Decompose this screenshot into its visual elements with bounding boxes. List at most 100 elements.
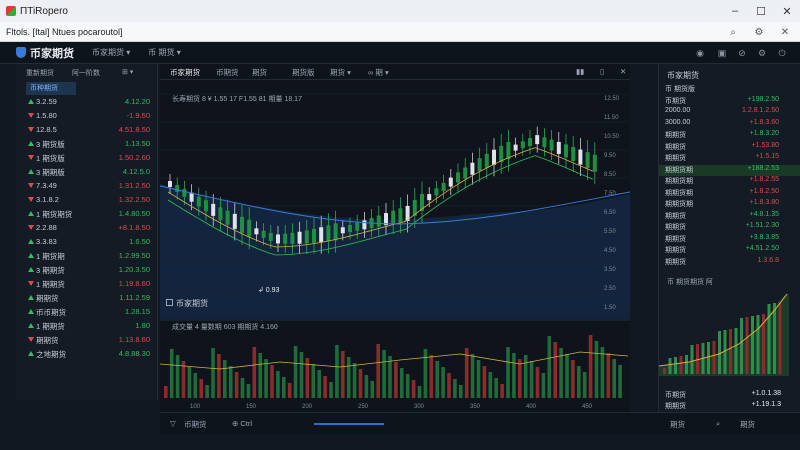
orderbook-row[interactable]: 2000.00 1.2.8.1.2.50	[659, 107, 800, 118]
watchlist-row[interactable]: 1 期货版 1.50.2.60	[16, 153, 158, 165]
gear-icon[interactable]: ⚙	[756, 47, 768, 59]
orderbook-row[interactable]: 币 期货版	[659, 84, 800, 95]
shield-icon	[16, 47, 26, 58]
watchlist-row[interactable]: 之地期货 4.8.88.30	[16, 349, 158, 361]
candle	[297, 231, 302, 244]
volume-bar	[394, 362, 398, 398]
watchlist-row[interactable]: 期期货 1.13.8.60	[16, 335, 158, 347]
volume-bar	[323, 376, 327, 398]
volume-bar	[411, 380, 416, 398]
orderbook-row[interactable]: 币期货 +198.2.50	[659, 96, 800, 107]
candle	[355, 222, 360, 231]
orderbook-row[interactable]: 期期货期 +1.8.2.50	[659, 188, 800, 199]
watchlist-tab-1[interactable]: 重新期货	[26, 68, 54, 78]
progress-bar	[314, 423, 384, 425]
symbol-price: 1.50.2.60	[118, 153, 150, 162]
orderbook-row[interactable]: 期期货 +4.8.1.35	[659, 211, 800, 222]
watchlist-row[interactable]: 1.5.80 -1.9.50	[16, 111, 158, 123]
orderbook-row[interactable]: 期期货期 +1.8.3.80	[659, 199, 800, 210]
close-tab-icon[interactable]: ✕	[778, 25, 792, 39]
watchlist-row[interactable]: 3.1.8.2 1.32.2.50	[16, 195, 158, 207]
orderbook-row[interactable]: 期期货 +1.8.3.20	[659, 130, 800, 141]
bottom-item-1[interactable]: 币期货	[184, 419, 207, 430]
orderbook-row[interactable]: 期期货 +1.51.2.30	[659, 222, 800, 233]
filter-icon[interactable]: ▽	[170, 419, 176, 428]
down-arrow-icon	[28, 155, 34, 160]
depth-bar	[729, 329, 732, 374]
orderbook-value: +1.5.15	[755, 153, 779, 160]
watchlist-row[interactable]: 3 期期货 1.20.3.50	[16, 265, 158, 277]
watchlist-row[interactable]: 3 期货版 1.13.50	[16, 139, 158, 151]
orderbook-row[interactable]: 期期货 +3.8.3.85	[659, 234, 800, 245]
watchlist-row[interactable]: 3.3.83 1.6.50	[16, 237, 158, 249]
watchlist-selected-tab[interactable]: 币种期货	[26, 82, 76, 95]
candle	[175, 184, 180, 192]
symbol-name: 期期货	[36, 336, 59, 345]
volume-bar	[400, 368, 404, 398]
watchlist-row[interactable]: 币币期货 1.28.15	[16, 307, 158, 319]
bottom-item-2[interactable]: ⊕ Ctrl	[232, 419, 252, 428]
settings-icon[interactable]: ⚙	[752, 25, 766, 39]
close-button[interactable]: ✕	[774, 0, 800, 22]
symbol-price: 1.11.2.59	[119, 293, 150, 302]
volume-bar	[600, 347, 605, 398]
watchlist-tab-3[interactable]: ⊞ ▾	[122, 68, 133, 76]
summary-row: 币期货 +1.0.1.38	[659, 390, 800, 401]
orderbook-row[interactable]: 期期货 +1.53.80	[659, 142, 800, 153]
watchlist-row[interactable]: 1 期期货 1.19.8.60	[16, 279, 158, 291]
watchlist-row[interactable]: 3 期期版 4.12.5.0	[16, 167, 158, 179]
watchlist-row[interactable]: 2.2.88 +8.1.8.50	[16, 223, 158, 235]
orderbook-row[interactable]: 期期货 1.3.6.8	[659, 257, 800, 268]
minimize-button[interactable]: –	[722, 0, 748, 22]
volume-bar	[311, 364, 316, 398]
symbol-price: 4.8.88.30	[118, 349, 150, 358]
watchlist-row[interactable]: 3.2.59 4.12.20	[16, 97, 158, 109]
price-axis-label: 11.50	[604, 115, 619, 121]
maximize-button[interactable]: ☐	[748, 0, 774, 22]
chart-title: 币家期货	[166, 298, 208, 309]
orderbook-row[interactable]: 期期货 +1.5.15	[659, 153, 800, 164]
power-icon[interactable]: ⏻	[776, 47, 788, 59]
watchlist-row[interactable]: 12.8.5 4.51.8.50	[16, 125, 158, 137]
search-bottom-icon[interactable]: ⌕	[716, 419, 720, 429]
bottom-item-4[interactable]: 期货	[740, 419, 755, 430]
volume-bar	[506, 347, 510, 398]
candle	[362, 220, 367, 230]
brand[interactable]: 币家期货	[16, 45, 74, 61]
candle	[542, 137, 547, 148]
watchlist-row[interactable]: 1 期期货 1.80	[16, 321, 158, 333]
alert-icon[interactable]: ⊘	[736, 47, 748, 59]
address-bar[interactable]: Fltols. [Ital] Ntues pocaroutol] ⌕ ⚙ ✕	[0, 22, 800, 42]
watchlist-row[interactable]: 期期货 1.11.2.59	[16, 293, 158, 305]
watchlist-row[interactable]: 1 期货期 1.2.99.50	[16, 251, 158, 263]
candle	[564, 144, 568, 158]
user-icon[interactable]: ◉	[694, 47, 706, 59]
up-arrow-icon	[28, 295, 34, 300]
candle	[578, 149, 583, 165]
watchlist-row[interactable]: 7.3.49 1.31.2.50	[16, 181, 158, 193]
watchlist-row[interactable]: 1 期货期货 1.4.80.50	[16, 209, 158, 221]
bottom-item-3[interactable]: 期货	[670, 419, 685, 430]
header-menu-1[interactable]: 币家期货 ▾	[92, 47, 130, 58]
chat-icon[interactable]: ▣	[716, 47, 728, 59]
orderbook-row[interactable]: 期期货期 +188.2.53	[659, 164, 800, 176]
symbol-price: 1.6.50	[129, 237, 150, 246]
search-icon[interactable]: ⌕	[726, 25, 740, 39]
depth-chart[interactable]	[659, 286, 800, 376]
candle	[592, 154, 597, 172]
summary-value: +1.19.1.3	[751, 401, 781, 408]
candle	[477, 158, 482, 172]
orderbook-label: 币期货	[665, 97, 686, 105]
header-menu-2[interactable]: 币 期货 ▾	[148, 47, 180, 58]
volume-bar	[565, 354, 569, 398]
orderbook-row[interactable]: 期期货 +4.51.2.50	[659, 245, 800, 256]
orderbook-value: +4.51.2.50	[745, 245, 779, 252]
orderbook-row[interactable]: 3000.00 +1.8.3.60	[659, 119, 800, 130]
volume-bar	[606, 353, 611, 398]
volume-bar	[264, 359, 268, 398]
watchlist-tab-2[interactable]: 阿一阶数	[72, 68, 100, 78]
orderbook-row[interactable]: 期期货期 +1.8.2.55	[659, 176, 800, 187]
volume-bar	[341, 351, 345, 398]
symbol-name: 币币期货	[36, 308, 66, 317]
candlestick-chart[interactable]: 12.5011.5010.509.508.507.506.505.504.503…	[160, 64, 630, 412]
